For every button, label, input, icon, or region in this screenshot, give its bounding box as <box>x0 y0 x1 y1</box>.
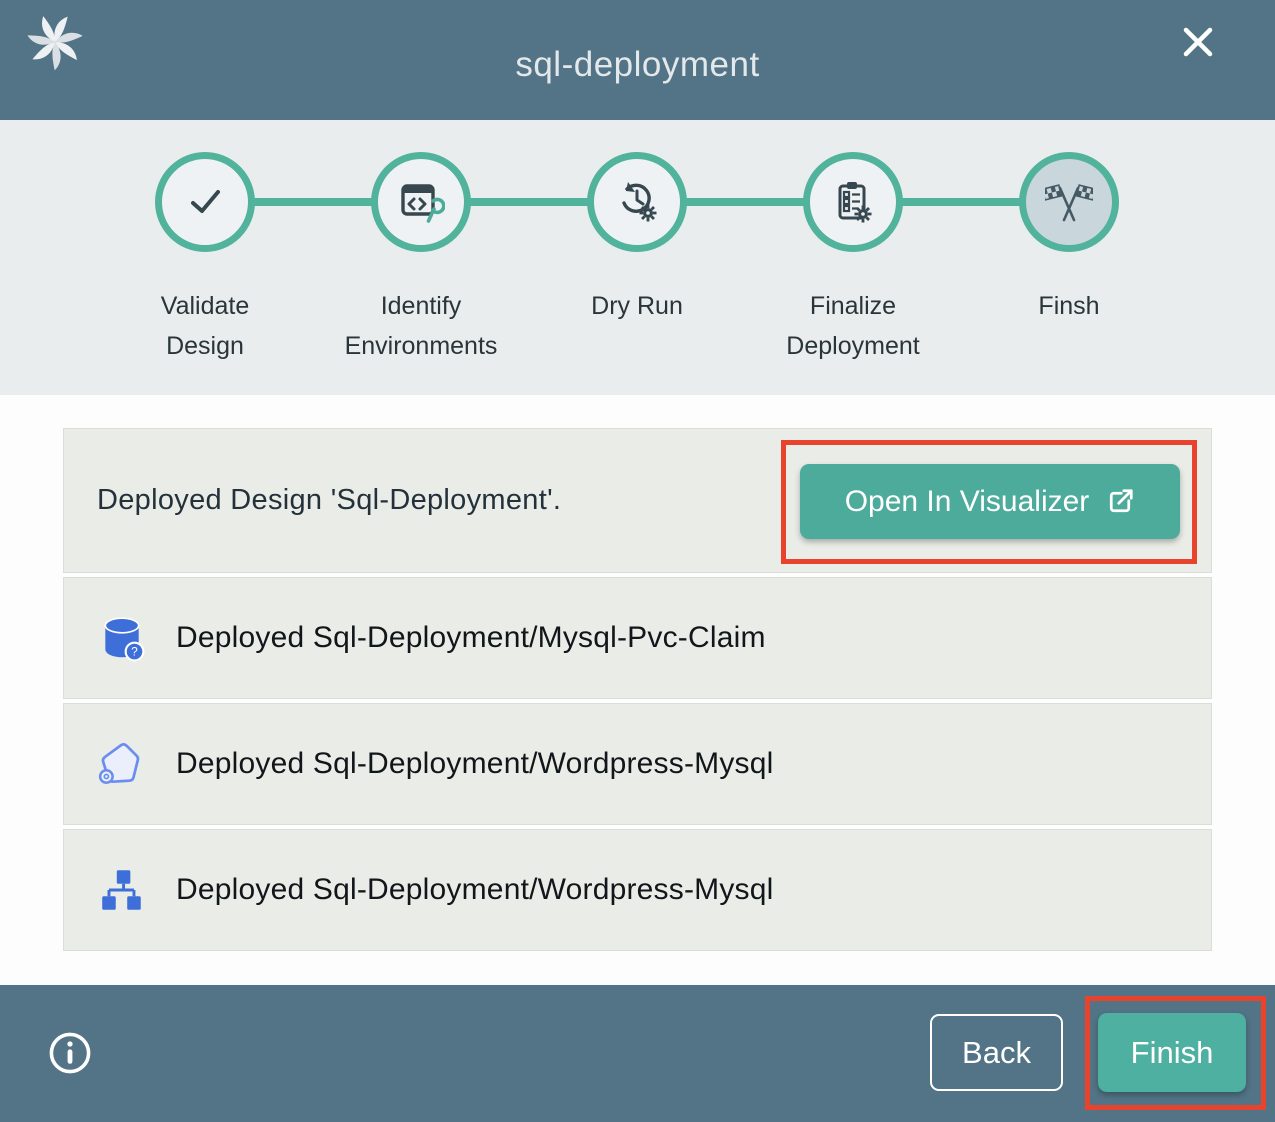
step-label-finalize-deployment: Finalize Deployment <box>768 286 938 366</box>
close-button[interactable] <box>1172 16 1224 68</box>
deployment-wizard-modal: sql-deployment <box>0 0 1275 1122</box>
dry-run-icon <box>613 178 661 226</box>
result-row-text: Deployed Sql-Deployment/Wordpress-Mysql <box>176 747 773 781</box>
result-row-text: Deployed Sql-Deployment/Wordpress-Mysql <box>176 873 773 907</box>
finish-flags-icon <box>1045 178 1093 226</box>
gear-icon <box>640 205 657 222</box>
step-label-dry-run: Dry Run <box>552 286 722 326</box>
clipboard-gear-icon <box>829 178 877 226</box>
back-button[interactable]: Back <box>930 1014 1063 1091</box>
info-button[interactable] <box>46 1029 94 1077</box>
step-label-identify-environments: Identify Environments <box>336 286 506 366</box>
result-row-wordpress-mysql-1: Deployed Sql-Deployment/Wordpress-Mysql <box>63 703 1212 825</box>
step-validate-design[interactable] <box>155 152 255 252</box>
step-label-validate-design: Validate Design <box>120 286 290 366</box>
finish-button[interactable]: Finish <box>1098 1013 1246 1092</box>
open-in-visualizer-button[interactable]: Open In Visualizer <box>800 464 1180 539</box>
database-icon: ? <box>97 613 147 663</box>
pentagon-icon <box>97 739 147 789</box>
code-wrench-icon <box>397 178 445 226</box>
svg-text:?: ? <box>131 645 138 659</box>
result-row-mysql-pvc-claim: ? Deployed Sql-Deployment/Mysql-Pvc-Clai… <box>63 577 1212 699</box>
gear-icon <box>855 206 872 223</box>
result-row-wordpress-mysql-2: Deployed Sql-Deployment/Wordpress-Mysql <box>63 829 1212 951</box>
deployed-design-message: Deployed Design 'Sql-Deployment'. <box>64 484 561 517</box>
step-finish[interactable] <box>1019 152 1119 252</box>
step-dry-run[interactable] <box>587 152 687 252</box>
step-label-finish: Finsh <box>984 286 1154 326</box>
hierarchy-icon <box>97 865 147 915</box>
step-identify-environments[interactable] <box>371 152 471 252</box>
modal-header: sql-deployment <box>0 0 1275 120</box>
check-icon <box>181 178 229 226</box>
wizard-stepper: Validate Design Identify Environments Dr… <box>0 120 1275 395</box>
open-in-visualizer-label: Open In Visualizer <box>845 485 1090 519</box>
close-icon <box>1178 22 1218 62</box>
step-finalize-deployment[interactable] <box>803 152 903 252</box>
result-row-text: Deployed Sql-Deployment/Mysql-Pvc-Claim <box>176 621 766 655</box>
external-link-icon <box>1105 487 1135 517</box>
info-icon <box>46 1029 94 1077</box>
modal-footer <box>0 985 1275 1122</box>
